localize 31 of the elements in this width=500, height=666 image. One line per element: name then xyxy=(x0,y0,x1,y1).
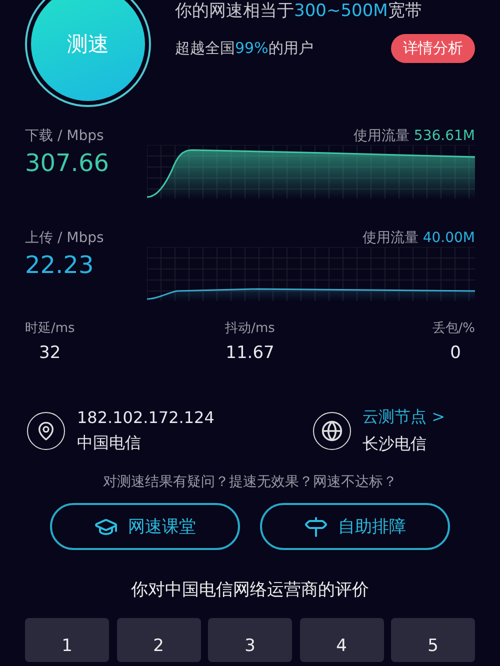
action-button[interactable]: 自助排障 xyxy=(260,503,450,550)
signpost-icon xyxy=(304,514,328,538)
rating-option[interactable]: 4 xyxy=(300,618,384,662)
node-name: 长沙电信 xyxy=(362,434,428,455)
rating-title: 你对中国电信网络运营商的评价 xyxy=(130,579,370,602)
question-text: 对测速结果有疑问？提速无效果？网速不达标？ xyxy=(102,473,398,492)
globe-icon xyxy=(312,412,350,450)
rating-option[interactable]: 3 xyxy=(208,618,292,662)
rank-text: 超越全国99%的用户 xyxy=(175,39,314,58)
data-usage: 使用流量 536.61M xyxy=(353,127,475,145)
speed-value: 22.23 xyxy=(25,251,94,279)
metric-value: 32 xyxy=(38,343,62,363)
speed-equivalent-text: 你的网速相当于300~500M宽带 xyxy=(175,0,423,22)
rating-option[interactable]: 5 xyxy=(391,618,475,662)
rating-option[interactable]: 1 xyxy=(25,618,109,662)
isp-name: 中国电信 xyxy=(77,433,142,454)
detail-analysis-button[interactable]: 详情分析 xyxy=(391,34,475,63)
metric-value: 0 xyxy=(449,343,462,363)
metric-value: 11.67 xyxy=(224,343,276,363)
ip-address: 182.102.172.124 xyxy=(77,408,214,427)
metric-label: 时延/ms xyxy=(25,320,75,337)
speed-label: 下载 / Mbps xyxy=(25,127,104,145)
speed-value: 307.66 xyxy=(25,149,109,177)
data-usage: 使用流量 40.00M xyxy=(362,229,475,247)
metric-label: 丢包/% xyxy=(432,320,475,337)
speed-label: 上传 / Mbps xyxy=(25,229,104,247)
action-button[interactable]: 网速课堂 xyxy=(50,503,240,550)
rating-option[interactable]: 2 xyxy=(116,618,200,662)
cloud-node-link[interactable]: 云测节点 > xyxy=(362,407,445,428)
metric-label: 抖动/ms xyxy=(225,320,275,337)
location-icon xyxy=(27,412,65,450)
